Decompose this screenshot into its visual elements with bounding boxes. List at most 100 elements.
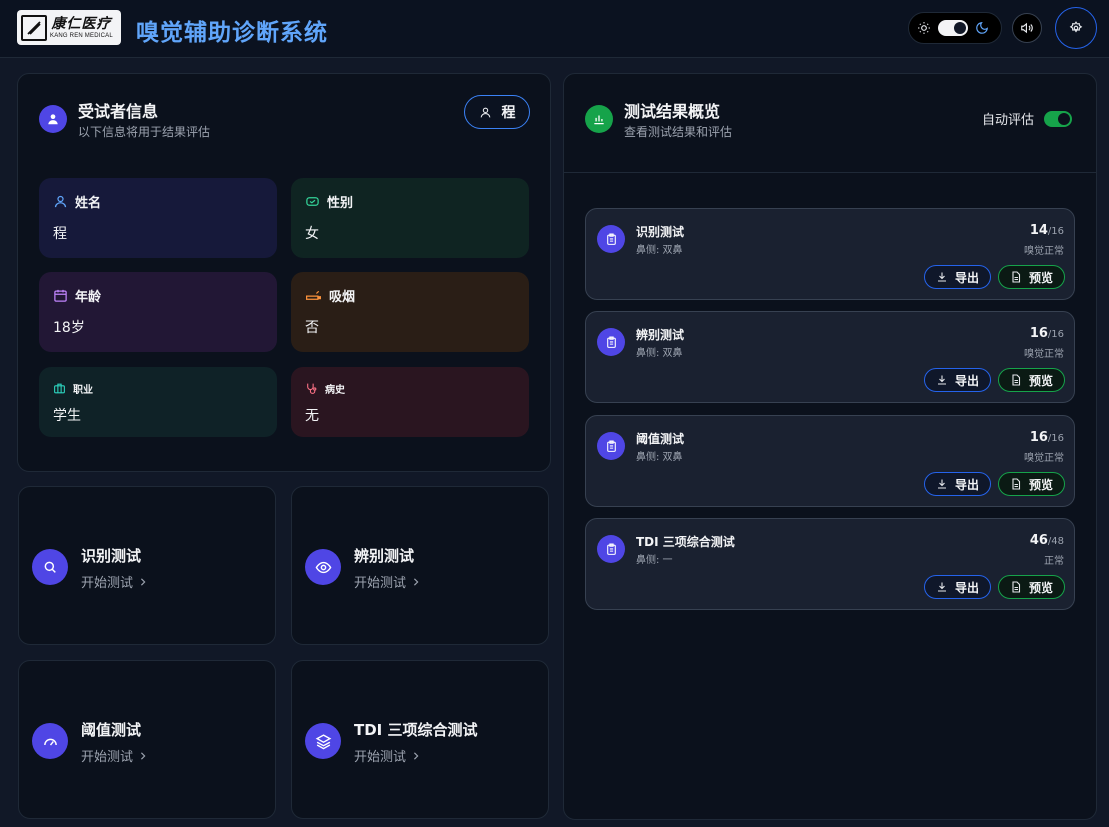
subject-subtitle: 以下信息将用于结果评估 [78,125,211,139]
test-card-discrimination[interactable]: 辨别测试 开始测试 [291,486,549,645]
tile-gender-label: 性别 [327,196,354,211]
tile-gender: 性别 女 [291,178,529,258]
result-side: 鼻侧: 双鼻 [636,452,683,463]
start-test-link[interactable]: 开始测试 [354,572,420,591]
eye-icon [305,549,341,585]
preview-button[interactable]: 预览 [998,472,1065,496]
results-title: 测试结果概览 [624,102,721,121]
auto-eval-label: 自动评估 [982,113,1035,128]
result-score: 46/48 [1029,533,1064,548]
export-button[interactable]: 导出 [924,472,991,496]
clipboard-icon [597,225,625,253]
subject-title: 受试者信息 [78,102,159,121]
tile-age-label: 年龄 [75,290,102,305]
start-test-link[interactable]: 开始测试 [354,746,420,765]
gear-icon [1069,21,1083,35]
sun-icon [917,21,931,35]
auto-eval-switch[interactable] [1044,110,1073,127]
document-icon [1010,271,1022,283]
result-side: 鼻侧: 双鼻 [636,245,683,256]
download-icon [936,374,948,386]
tile-occupation-value: 学生 [53,408,81,424]
export-button[interactable]: 导出 [924,368,991,392]
person-icon [479,106,492,119]
result-title: 辨别测试 [636,328,685,342]
calendar-icon [53,288,68,303]
preview-button[interactable]: 预览 [998,368,1065,392]
result-item: 识别测试 鼻侧: 双鼻 14/16 嗅觉正常 导出 预览 [585,208,1075,300]
document-icon [1010,478,1022,490]
result-score: 16/16 [1029,326,1064,341]
result-title: 识别测试 [636,225,685,239]
gauge-icon [32,723,68,759]
tile-age: 年龄 18岁 [39,272,277,352]
export-button[interactable]: 导出 [924,265,991,289]
test-card-identification[interactable]: 识别测试 开始测试 [18,486,276,645]
result-score: 14/16 [1029,223,1064,238]
logo-chinese-text: 康仁医疗 [51,15,112,32]
tile-name: 姓名 程 [39,178,277,258]
divider [564,172,1096,173]
result-status: 嗅觉正常 [1024,453,1064,464]
person-outline-icon [53,194,68,209]
sound-button[interactable] [1012,13,1042,43]
tile-occupation-label: 职业 [73,385,93,396]
search-icon [32,549,68,585]
stethoscope-icon [305,382,318,395]
settings-button[interactable] [1055,7,1097,49]
result-item: TDI 三项综合测试 鼻侧: 一 46/48 正常 导出 预览 [585,518,1075,610]
tile-name-value: 程 [53,226,67,242]
results-subtitle: 查看测试结果和评估 [624,125,733,139]
results-overview-card: 测试结果概览 查看测试结果和评估 自动评估 识别测试 鼻侧: 双鼻 14/16 … [563,73,1097,820]
test-card-tdi[interactable]: TDI 三项综合测试 开始测试 [291,660,549,819]
chevron-right-icon [412,577,420,586]
auto-eval-toggle[interactable]: 自动评估 [982,109,1073,128]
test-card-threshold[interactable]: 阈值测试 开始测试 [18,660,276,819]
logo-english-text: KANG REN MEDICAL [50,32,113,39]
theme-switch[interactable] [938,20,968,36]
chevron-right-icon [139,577,147,586]
download-icon [936,271,948,283]
download-icon [936,581,948,593]
chevron-right-icon [139,751,147,760]
start-test-link[interactable]: 开始测试 [81,746,147,765]
brand-logo: 康仁医疗 KANG REN MEDICAL [17,10,121,45]
briefcase-icon [53,382,66,395]
start-test-link[interactable]: 开始测试 [81,572,147,591]
user-icon [39,105,67,133]
test-title: 辨别测试 [354,547,415,565]
clipboard-icon [597,535,625,563]
bar-chart-icon [585,105,613,133]
tile-history: 病史 无 [291,367,529,437]
tile-smoking-value: 否 [305,320,319,336]
document-icon [1010,581,1022,593]
result-title: TDI 三项综合测试 [636,535,735,549]
app-header: 康仁医疗 KANG REN MEDICAL 嗅觉辅助诊断系统 [0,0,1109,58]
tile-name-label: 姓名 [75,196,102,211]
result-item: 辨别测试 鼻侧: 双鼻 16/16 嗅觉正常 导出 预览 [585,311,1075,403]
tile-history-value: 无 [305,408,319,424]
tile-occupation: 职业 学生 [39,367,277,437]
result-title: 阈值测试 [636,432,685,446]
export-button[interactable]: 导出 [924,575,991,599]
result-status: 嗅觉正常 [1024,246,1064,257]
test-title: TDI 三项综合测试 [354,721,478,739]
user-switch-button[interactable]: 程 [464,95,530,129]
subject-info-card: 受试者信息 以下信息将用于结果评估 程 姓名 程 性别 女 年龄 18岁 吸烟 … [17,73,551,472]
test-title: 识别测试 [81,547,142,565]
chevron-right-icon [412,751,420,760]
user-pill-name: 程 [501,105,516,121]
result-item: 阈值测试 鼻侧: 双鼻 16/16 嗅觉正常 导出 预览 [585,415,1075,507]
app-title: 嗅觉辅助诊断系统 [136,20,328,46]
layers-icon [305,723,341,759]
volume-icon [1020,21,1034,35]
moon-icon [975,21,989,35]
tile-history-label: 病史 [325,385,345,396]
preview-button[interactable]: 预览 [998,575,1065,599]
test-title: 阈值测试 [81,721,142,739]
cigarette-icon [305,288,322,303]
theme-toggle[interactable] [908,12,1002,44]
result-side: 鼻侧: 一 [636,555,673,566]
tile-age-value: 18岁 [53,320,85,336]
preview-button[interactable]: 预览 [998,265,1065,289]
